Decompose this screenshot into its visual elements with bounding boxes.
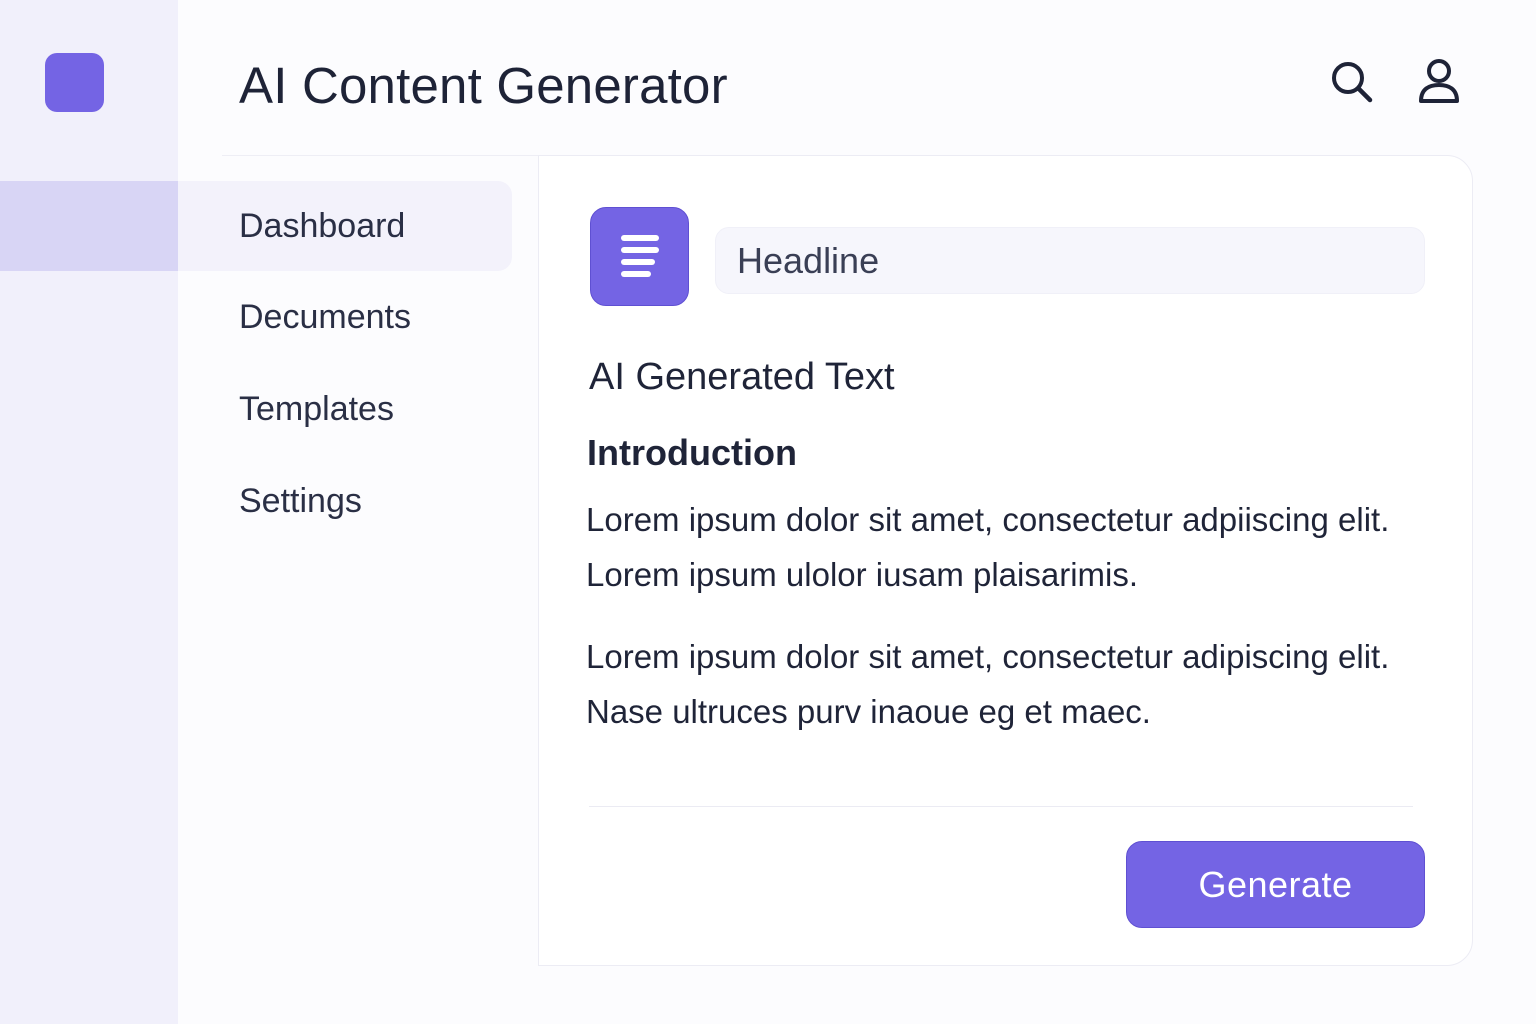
sidebar-item-documents[interactable]: Decuments (178, 271, 512, 363)
card-divider (589, 806, 1413, 807)
rail-active-indicator (0, 181, 178, 271)
sidebar-item-label: Settings (239, 481, 362, 520)
content-card: Headline AI Generated Text Introduction … (538, 155, 1473, 966)
document-icon (590, 207, 689, 306)
icon-rail (0, 0, 178, 1024)
search-button[interactable] (1326, 56, 1376, 106)
search-icon (1332, 62, 1373, 103)
sidebar-item-label: Decuments (239, 297, 411, 336)
user-profile-button[interactable] (1414, 56, 1464, 106)
sidebar-item-label: Dashboard (239, 206, 406, 245)
app-logo[interactable] (45, 53, 104, 112)
headline-input[interactable]: Headline (715, 227, 1425, 294)
sidebar-item-label: Templates (239, 389, 394, 428)
sidebar-item-settings[interactable]: Settings (178, 455, 512, 547)
section-title: AI Generated Text (589, 356, 895, 398)
subsection-title: Introduction (587, 432, 797, 473)
text-lines-icon (620, 234, 659, 277)
header-divider (222, 155, 540, 156)
sidebar-item-templates[interactable]: Templates (178, 363, 512, 455)
generated-paragraph: Lorem ipsum dolor sit amet, consectetur … (586, 638, 1390, 730)
sidebar-nav: Dashboard Decuments Templates Settings (178, 181, 512, 547)
user-icon (1419, 59, 1459, 103)
generated-paragraph: Lorem ipsum dolor sit amet, consectetur … (586, 501, 1390, 593)
sidebar-item-dashboard[interactable]: Dashboard (178, 181, 512, 271)
generate-button[interactable]: Generate (1126, 841, 1425, 928)
app-title: AI Content Generator (239, 57, 728, 114)
